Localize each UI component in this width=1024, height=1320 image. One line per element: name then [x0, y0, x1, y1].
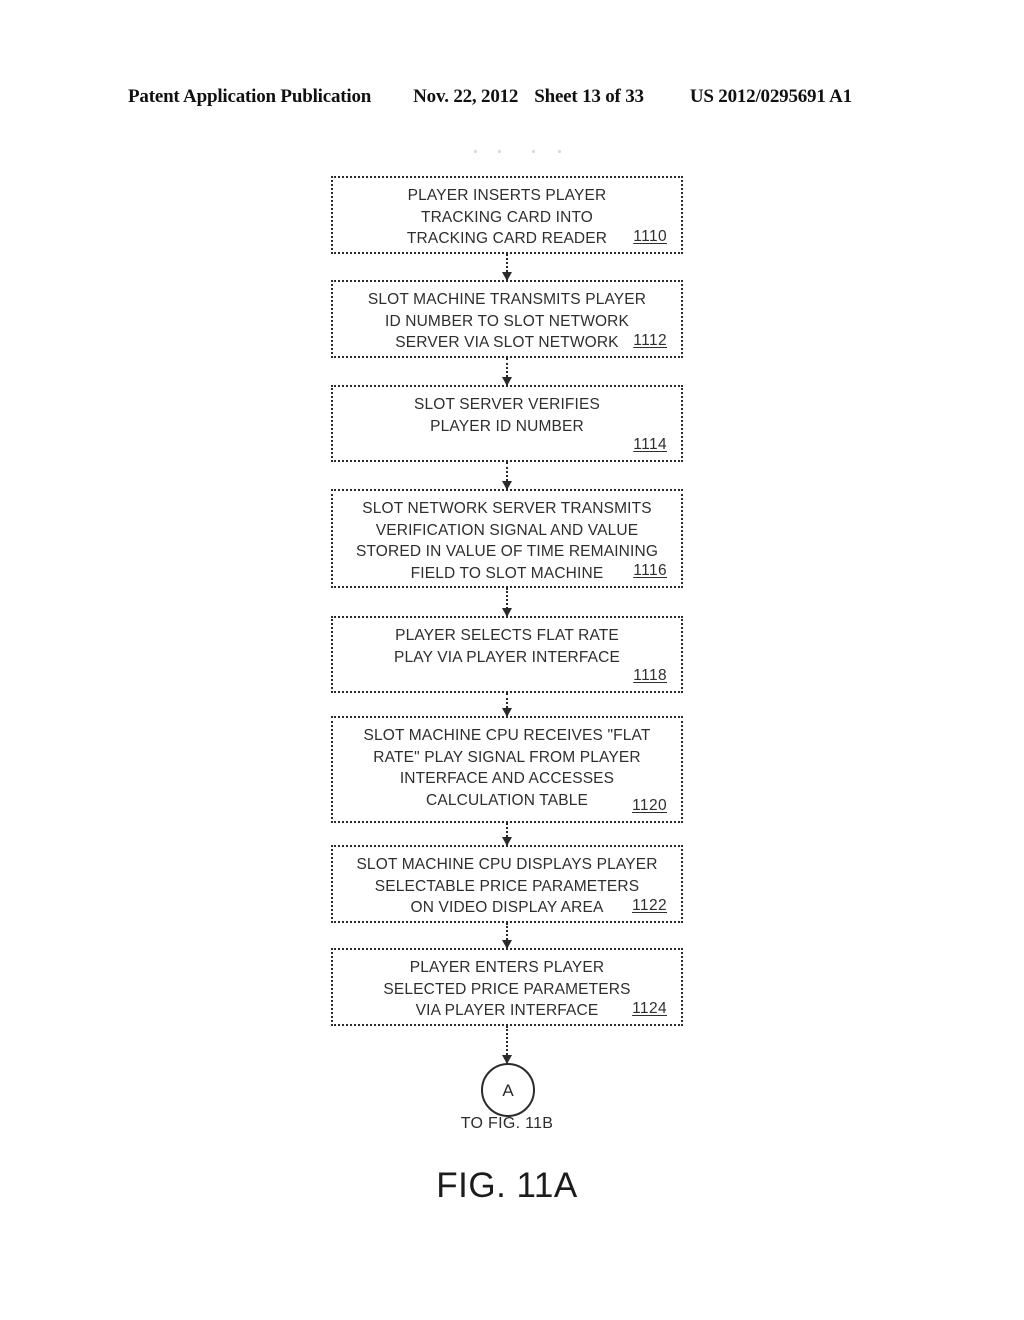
flow-box-1112-line-3: SERVER VIA SLOT NETWORK: [395, 334, 619, 351]
flow-box-1112-line-1: SLOT MACHINE TRANSMITS PLAYER: [367, 291, 647, 308]
flow-box-1116-line-2: VERIFICATION SIGNAL AND VALUE: [375, 521, 639, 539]
offpage-connector-caption: TO FIG. 11B: [460, 1115, 554, 1132]
flow-box-1122-line-2: SELECTABLE PRICE PARAMETERS: [374, 877, 640, 895]
flow-box-1112: SLOT MACHINE TRANSMITS PLAYER ID NUMBER …: [331, 280, 683, 358]
flow-box-1112-line-2: ID NUMBER TO SLOT NETWORK: [384, 312, 630, 330]
flow-box-1116-line-3: STORED IN VALUE OF TIME REMAINING: [355, 543, 659, 560]
flow-box-1120-line-1: SLOT MACHINE CPU RECEIVES "FLAT: [363, 727, 651, 744]
flow-box-1120: SLOT MACHINE CPU RECEIVES "FLAT RATE" PL…: [331, 716, 683, 823]
scan-artifact-speckles: [470, 150, 570, 158]
flow-box-1114-text: SLOT SERVER VERIFIES PLAYER ID NUMBER: [343, 394, 671, 437]
flow-box-1110-line-2: TRACKING CARD INTO: [420, 208, 594, 226]
offpage-connector-circle: A: [481, 1063, 535, 1117]
flow-box-1114: SLOT SERVER VERIFIES PLAYER ID NUMBER 11…: [331, 385, 683, 462]
flow-box-1122-line-1: SLOT MACHINE CPU DISPLAYS PLAYER: [356, 856, 658, 873]
flow-box-1116-text: SLOT NETWORK SERVER TRANSMITS VERIFICATI…: [343, 498, 671, 584]
connector-arrow-1118-to-1120: [502, 693, 512, 717]
connector-arrow-1124-to-offpage: [502, 1026, 512, 1064]
flow-box-1116-line-1: SLOT NETWORK SERVER TRANSMITS: [362, 500, 652, 517]
flow-box-1124-text: PLAYER ENTERS PLAYER SELECTED PRICE PARA…: [343, 957, 671, 1022]
flow-box-1120-reference-numeral: 1120: [632, 797, 667, 814]
offpage-connector-label: A: [502, 1080, 514, 1100]
flow-box-1118: PLAYER SELECTS FLAT RATE PLAY VIA PLAYER…: [331, 616, 683, 693]
flow-box-1124-line-1: PLAYER ENTERS PLAYER: [409, 959, 605, 976]
connector-arrow-1110-to-1112: [502, 254, 512, 281]
flow-box-1120-line-3: INTERFACE AND ACCESSES: [399, 770, 615, 787]
flow-box-1118-text: PLAYER SELECTS FLAT RATE PLAY VIA PLAYER…: [343, 625, 671, 668]
connector-arrow-1114-to-1116: [502, 462, 512, 490]
flow-box-1110-text: PLAYER INSERTS PLAYER TRACKING CARD INTO…: [343, 185, 671, 250]
flow-box-1110-line-1: PLAYER INSERTS PLAYER: [407, 187, 607, 204]
flow-box-1118-line-1: PLAYER SELECTS FLAT RATE: [395, 627, 619, 644]
flow-box-1114-line-1: SLOT SERVER VERIFIES: [414, 396, 600, 413]
flow-box-1112-reference-numeral: 1112: [633, 332, 667, 349]
flow-box-1122-line-3: ON VIDEO DISPLAY AREA: [410, 899, 604, 916]
flow-box-1122-reference-numeral: 1122: [632, 897, 667, 914]
connector-arrow-1112-to-1114: [502, 358, 512, 386]
connector-arrow-1120-to-1122: [502, 823, 512, 846]
flow-box-1124-line-2: SELECTED PRICE PARAMETERS: [383, 980, 631, 998]
flow-box-1116-reference-numeral: 1116: [633, 562, 667, 579]
flow-box-1116-line-4: FIELD TO SLOT MACHINE: [410, 564, 604, 582]
flow-box-1116: SLOT NETWORK SERVER TRANSMITS VERIFICATI…: [331, 489, 683, 588]
figure-11a-flowchart: PLAYER INSERTS PLAYER TRACKING CARD INTO…: [0, 0, 1024, 1320]
flow-box-1110: PLAYER INSERTS PLAYER TRACKING CARD INTO…: [331, 176, 683, 254]
flow-box-1124-line-3: VIA PLAYER INTERFACE: [415, 1002, 599, 1019]
flow-box-1124-reference-numeral: 1124: [632, 1000, 667, 1017]
flow-box-1122-text: SLOT MACHINE CPU DISPLAYS PLAYER SELECTA…: [343, 854, 671, 919]
flow-box-1124: PLAYER ENTERS PLAYER SELECTED PRICE PARA…: [331, 948, 683, 1026]
connector-arrow-1122-to-1124: [502, 923, 512, 949]
flow-box-1112-text: SLOT MACHINE TRANSMITS PLAYER ID NUMBER …: [343, 289, 671, 354]
flow-box-1122: SLOT MACHINE CPU DISPLAYS PLAYER SELECTA…: [331, 845, 683, 923]
flow-box-1110-line-3: TRACKING CARD READER: [406, 230, 608, 247]
figure-caption: FIG. 11A: [436, 1166, 578, 1205]
flow-box-1120-text: SLOT MACHINE CPU RECEIVES "FLAT RATE" PL…: [343, 725, 671, 811]
connector-arrow-1116-to-1118: [502, 588, 512, 617]
flow-box-1120-line-2: RATE" PLAY SIGNAL FROM PLAYER: [373, 748, 641, 766]
flow-box-1110-reference-numeral: 1110: [633, 228, 667, 245]
flow-box-1114-line-2: PLAYER ID NUMBER: [430, 417, 584, 435]
flow-box-1114-reference-numeral: 1114: [633, 436, 667, 453]
flow-box-1120-line-4: CALCULATION TABLE: [426, 791, 588, 809]
flow-box-1118-reference-numeral: 1118: [633, 667, 667, 684]
flow-box-1118-line-2: PLAY VIA PLAYER INTERFACE: [393, 648, 620, 666]
